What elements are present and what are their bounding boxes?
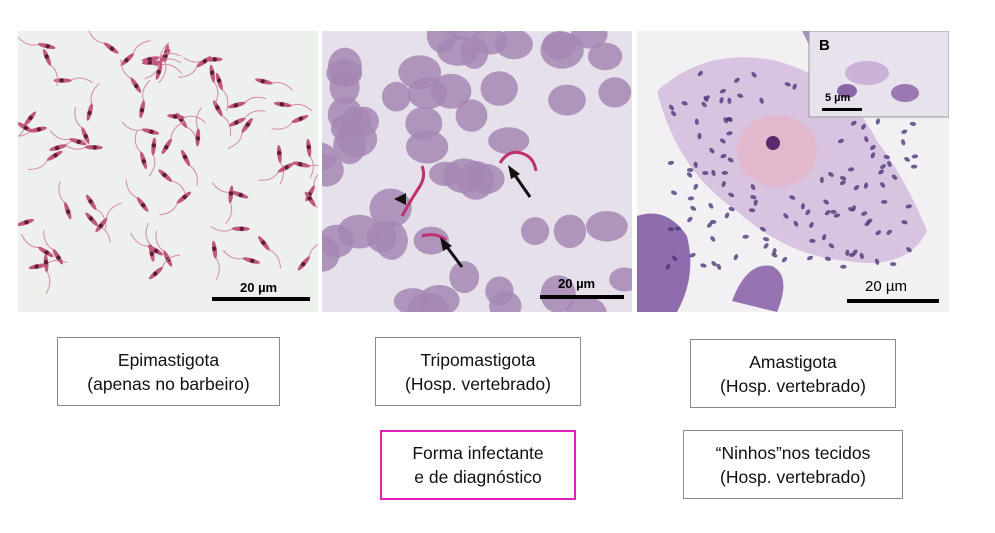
- red-blood-cell: [521, 217, 550, 246]
- label-subtitle: (Hosp. vertebrado): [720, 375, 866, 396]
- label-title: Tripomastigota: [420, 349, 536, 370]
- label-subtitle: (Hosp. vertebrado): [720, 466, 866, 487]
- amastigota-label: Amastigota (Hosp. vertebrado): [690, 339, 896, 408]
- red-blood-cell: [326, 59, 363, 88]
- label-subtitle: (apenas no barbeiro): [87, 373, 250, 394]
- red-blood-cell: [407, 77, 448, 110]
- red-blood-cell: [466, 163, 505, 194]
- red-blood-cell: [405, 130, 449, 164]
- inset-scale-bar: [822, 108, 862, 111]
- label-title: Forma infectante: [412, 443, 544, 463]
- red-blood-cell: [598, 77, 632, 108]
- red-blood-cell: [480, 71, 518, 106]
- scale-label: 20 µm: [865, 278, 907, 295]
- red-blood-cell: [586, 211, 628, 242]
- label-title: Epimastigota: [117, 349, 220, 370]
- scale-bar: [847, 299, 939, 303]
- red-blood-cell: [455, 99, 488, 132]
- epimastigota-micrograph: 20 µm: [18, 31, 318, 312]
- label-subtitle: e de diagnóstico: [414, 467, 542, 487]
- epimastigota-label: Epimastigota (apenas no barbeiro): [57, 337, 280, 406]
- red-blood-cell: [429, 161, 463, 187]
- tripomastigota-label: Tripomastigota (Hosp. vertebrado): [375, 337, 581, 406]
- red-blood-cell: [336, 121, 378, 158]
- inset-scale-label: 5 µm: [825, 92, 851, 104]
- red-blood-cell: [488, 127, 530, 155]
- ninhos-label: “Ninhos”nos tecidos (Hosp. vertebrado): [683, 430, 903, 499]
- red-blood-cell: [548, 84, 586, 116]
- scale-label: 20 µm: [240, 280, 278, 295]
- red-blood-cell: [553, 214, 587, 248]
- red-blood-cell: [449, 261, 480, 294]
- amastigota-micrograph: B 5 µm 20 µm: [637, 31, 949, 312]
- scale-label: 20 µm: [558, 276, 596, 291]
- inset-letter: B: [819, 37, 830, 54]
- red-blood-cell: [381, 81, 411, 112]
- red-blood-cell: [375, 221, 408, 260]
- infectante-highlight-label: Forma infectante e de diagnóstico: [380, 430, 576, 500]
- scale-bar: [212, 297, 310, 301]
- tripomastigota-micrograph: 20 µm: [322, 31, 632, 312]
- scale-bar: [540, 295, 624, 299]
- label-title: “Ninhos”nos tecidos: [715, 442, 871, 463]
- red-blood-cell: [587, 42, 623, 71]
- label-subtitle: (Hosp. vertebrado): [405, 373, 551, 394]
- label-title: Amastigota: [749, 351, 837, 372]
